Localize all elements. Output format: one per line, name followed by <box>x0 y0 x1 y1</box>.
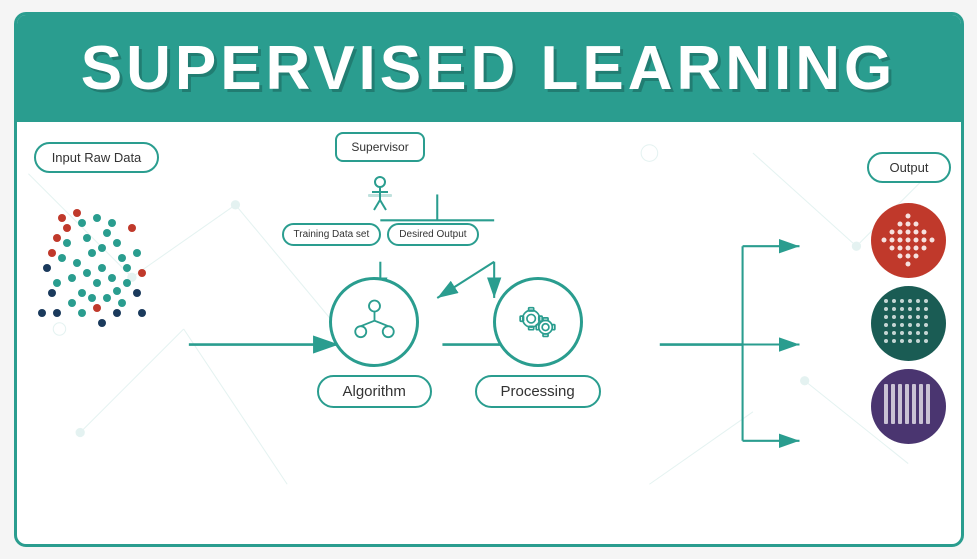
output-circle-teal <box>871 286 946 361</box>
input-label: Input Raw Data <box>34 142 160 173</box>
processing-label: Processing <box>475 375 601 408</box>
content-area: Input Raw Data <box>17 122 961 536</box>
header: SUPERVISED LEARNING <box>17 15 961 122</box>
sub-labels: Training Data set Desired Output <box>282 223 479 246</box>
algorithm-circle <box>329 277 419 367</box>
page-title: SUPERVISED LEARNING <box>17 33 961 104</box>
output-section: Output <box>867 152 950 444</box>
output-circle-red <box>871 203 946 278</box>
output-circle-purple <box>871 369 946 444</box>
processing-section: Processing <box>475 277 601 408</box>
supervisor-icon <box>360 172 400 219</box>
algorithm-section: Algorithm <box>317 277 432 408</box>
supervisor-label: Supervisor <box>335 132 424 162</box>
training-data-label: Training Data set <box>282 223 382 246</box>
supervisor-section: Supervisor Training Data set Desired Out… <box>282 132 479 252</box>
scatter-plot <box>27 183 167 338</box>
output-label: Output <box>867 152 950 183</box>
output-circles <box>871 203 946 444</box>
processing-circle <box>493 277 583 367</box>
algorithm-label: Algorithm <box>317 375 432 408</box>
desired-output-label: Desired Output <box>387 223 478 246</box>
main-container: SUPERVISED LEARNING <box>14 12 964 547</box>
input-section: Input Raw Data <box>27 142 167 338</box>
